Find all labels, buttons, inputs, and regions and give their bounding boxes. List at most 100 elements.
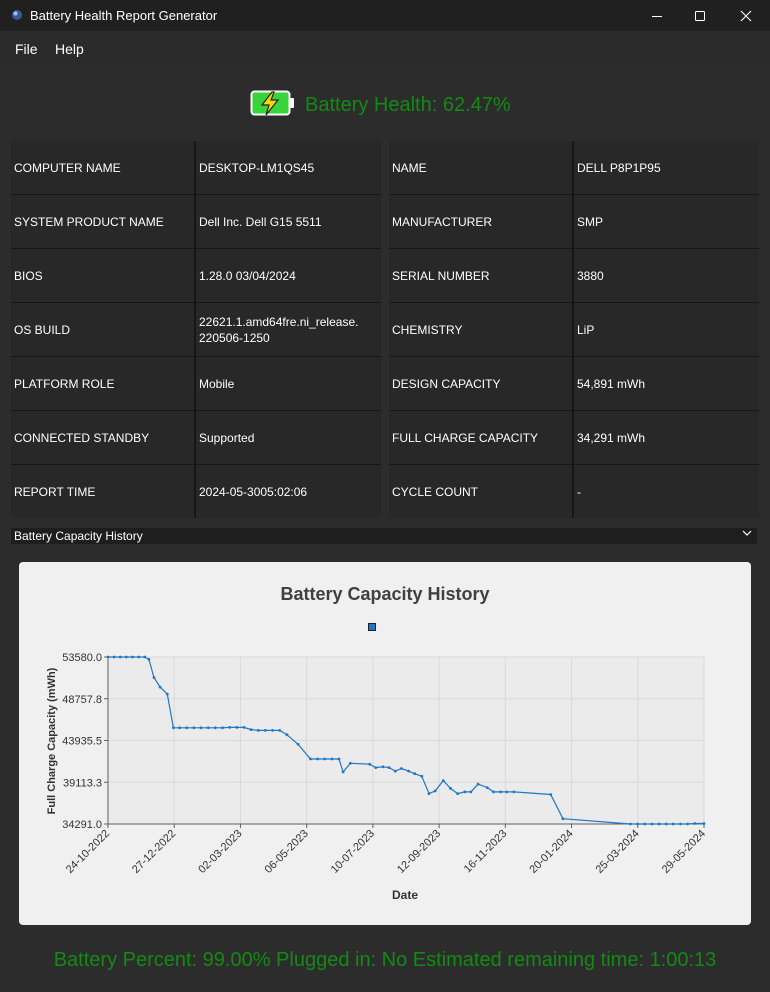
data-point — [285, 733, 289, 737]
system-info-row: BIOS 1.28.0 03/04/2024 — [11, 249, 381, 302]
data-point — [387, 766, 391, 769]
capacity-chart: Battery Capacity History 34291.0 39113.3 43… — [46, 584, 708, 902]
data-point — [112, 655, 116, 659]
battery-info-value: 3880 — [574, 249, 759, 302]
menu-file[interactable]: File — [15, 41, 38, 57]
x-tick-label: 25-03-2024 — [594, 828, 642, 876]
data-point — [463, 790, 467, 794]
system-info-key: CONNECTED STANDBY — [11, 411, 194, 464]
data-point — [492, 790, 495, 794]
battery-info-key: CYCLE COUNT — [389, 465, 572, 518]
battery-info-key: SERIAL NUMBER — [389, 249, 572, 302]
data-point — [512, 790, 516, 794]
data-point — [702, 822, 706, 825]
maximize-icon — [695, 10, 705, 21]
system-info-row: COMPUTER NAME DESKTOP-LM1QS45 — [11, 141, 381, 194]
data-point — [348, 761, 352, 765]
data-point — [561, 817, 565, 821]
battery-info-key: DESIGN CAPACITY — [389, 357, 572, 410]
window-title: Battery Health Report Generator — [30, 8, 218, 23]
battery-info-value: 54,891 mWh — [574, 357, 759, 410]
system-info-key: COMPUTER NAME — [11, 141, 194, 194]
data-point — [143, 655, 147, 659]
data-point — [256, 729, 260, 732]
system-info-value: 2024-05-3005:02:06 — [196, 465, 381, 518]
battery-info-value: 34,291 mWh — [574, 411, 759, 464]
x-tick-label: 12-09-2023 — [395, 828, 443, 876]
battery-info-row: FULL CHARGE CAPACITY 34,291 mWh — [389, 411, 759, 464]
system-info-key: BIOS — [11, 249, 194, 302]
data-point — [228, 726, 232, 729]
data-point — [323, 757, 327, 761]
data-point — [213, 726, 217, 730]
battery-info-value: DELL P8P1P95 — [574, 141, 759, 194]
close-icon — [740, 10, 752, 21]
data-point — [400, 767, 403, 770]
battery-info-key: MANUFACTURER — [389, 195, 572, 248]
system-info-key: REPORT TIME — [11, 465, 194, 518]
data-point — [393, 769, 397, 773]
data-point — [341, 770, 345, 774]
system-info-value: Mobile — [196, 357, 381, 410]
x-axis-label: Date — [392, 888, 418, 902]
data-point — [178, 726, 182, 730]
battery-info-table: NAME DELL P8P1P95 MANUFACTURER SMP SERIAL NU… — [389, 141, 759, 518]
x-tick-label: 02-03-2023 — [196, 828, 244, 876]
data-point — [199, 726, 203, 730]
battery-info-value: LiP — [574, 303, 759, 356]
system-info-key: PLATFORM ROLE — [11, 357, 194, 410]
data-point — [165, 692, 169, 696]
system-info-row: REPORT TIME 2024-05-3005:02:06 — [11, 465, 381, 518]
system-info-key: OS BUILD — [11, 303, 194, 356]
x-tick-label: 29-05-2024 — [660, 828, 708, 876]
data-point — [249, 728, 253, 731]
data-point — [636, 822, 639, 826]
x-tick-label: 10-07-2023 — [329, 828, 377, 876]
data-point — [469, 790, 473, 794]
data-point — [441, 779, 445, 782]
data-point — [664, 822, 668, 826]
x-tick-label: 20-01-2024 — [527, 828, 575, 876]
minimize-icon — [652, 15, 662, 17]
data-point — [192, 726, 196, 730]
battery-health-text: Battery Health: 62.47% — [305, 94, 511, 116]
data-point — [456, 792, 459, 795]
data-point — [125, 655, 128, 659]
data-point — [381, 765, 385, 769]
data-point — [476, 782, 480, 786]
x-tick-label: 27-12-2022 — [130, 828, 178, 876]
data-point — [368, 762, 372, 766]
battery-info-key: NAME — [389, 141, 572, 194]
data-point — [278, 729, 282, 732]
x-tick-label: 24-10-2022 — [64, 828, 112, 876]
chart-title: Battery Capacity History — [280, 584, 489, 604]
maximize-button[interactable] — [677, 0, 723, 31]
system-info-row: CONNECTED STANDBY Supported — [11, 411, 381, 464]
data-point — [433, 789, 437, 793]
menu-bar: File Help — [0, 31, 770, 67]
battery-info-row: SERIAL NUMBER 3880 — [389, 249, 759, 302]
data-point — [499, 790, 502, 794]
battery-info-row: CYCLE COUNT - — [389, 465, 759, 518]
data-point — [106, 655, 110, 659]
y-tick-label: 48757.8 — [62, 694, 102, 706]
data-point — [118, 655, 122, 659]
system-info-row: OS BUILD 22621.1.amd64fre.ni_release. 220… — [11, 303, 381, 356]
menu-help[interactable]: Help — [55, 41, 84, 57]
battery-info-row: NAME DELL P8P1P95 — [389, 141, 759, 194]
close-button[interactable] — [723, 0, 769, 31]
battery-info-key: CHEMISTRY — [389, 303, 572, 356]
data-point — [309, 757, 312, 761]
battery-info-key: FULL CHARGE CAPACITY — [389, 411, 572, 464]
data-point — [449, 787, 452, 790]
minimize-button[interactable] — [634, 0, 680, 31]
system-info-row: PLATFORM ROLE Mobile — [11, 357, 381, 410]
main-content: Battery Health: 62.47% COMPUTER NAME DESK… — [0, 67, 770, 992]
chart-select-dropdown[interactable]: Battery Capacity History — [11, 528, 757, 544]
data-point — [407, 769, 410, 773]
data-point — [330, 757, 334, 761]
dropdown-selected-value: Battery Capacity History — [14, 529, 143, 543]
data-point — [337, 757, 341, 761]
title-bar: Battery Health Report Generator — [0, 0, 770, 31]
app-icon — [12, 10, 22, 20]
